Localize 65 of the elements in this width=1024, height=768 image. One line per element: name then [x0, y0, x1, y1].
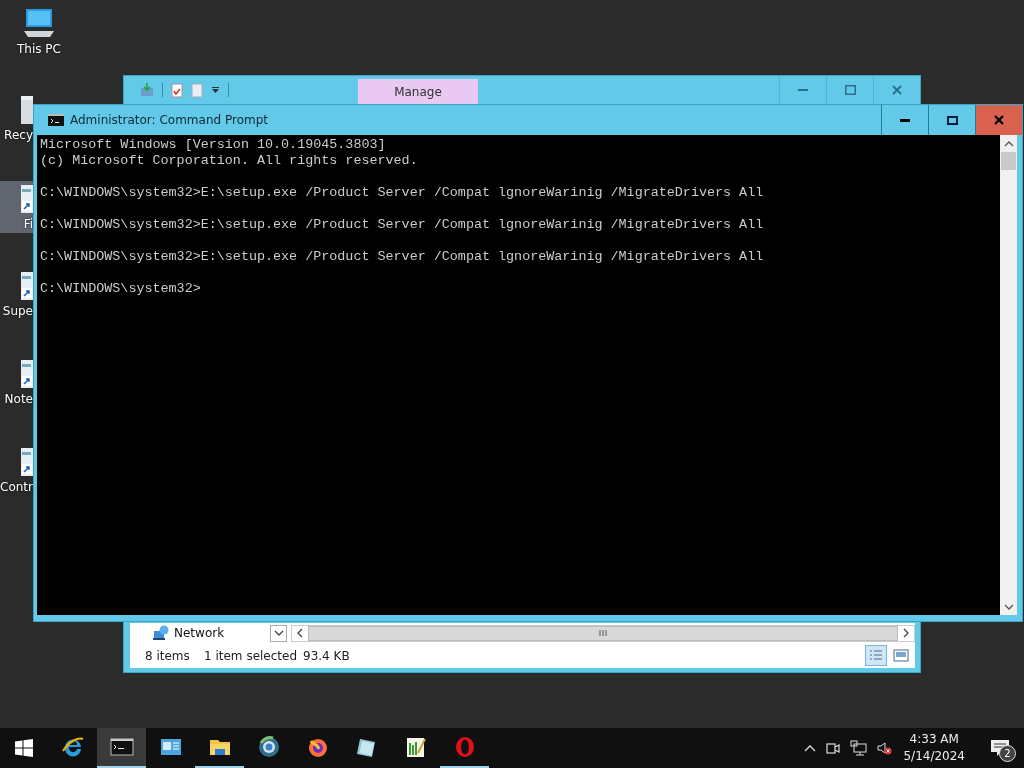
horizontal-scrollbar[interactable]	[291, 624, 915, 642]
network-icon	[152, 625, 170, 641]
console-line: (c) Microsoft Corporation. All rights reserved.	[40, 153, 419, 169]
grip-icon	[599, 629, 607, 637]
windows-logo-icon	[15, 739, 33, 757]
close-icon	[892, 85, 902, 95]
console-line: Microsoft Windows [Version 10.0.19045.3803]	[40, 137, 387, 153]
shortcut-icon	[21, 185, 33, 213]
status-text: 1 item selected	[204, 648, 298, 663]
shortcut-icon	[21, 360, 33, 388]
console-line: C:\WINDOWS\system32>E:\setup.exe /Product Server /Compat lgnoreWarinig /MigrateDrivers All	[40, 217, 765, 233]
status-text: 93.4 KB	[303, 648, 350, 663]
close-icon	[994, 115, 1004, 125]
status-text: 8 items	[145, 648, 191, 663]
desktop-icon[interactable]: Note	[0, 356, 33, 414]
desktop-icon[interactable]: Recy	[0, 92, 33, 150]
minimize-icon	[900, 118, 910, 122]
scroll-up-icon[interactable]	[1003, 139, 1014, 148]
taskbar-app[interactable]	[97, 728, 146, 768]
close-button[interactable]	[975, 105, 1022, 135]
scroll-thumb[interactable]	[1001, 152, 1016, 170]
console-line: C:\WINDOWS\system32>E:\setup.exe /Product Server /Compat lgnoreWarinig /MigrateDrivers All	[40, 249, 765, 265]
shortcut-icon	[21, 448, 33, 476]
desktop-icon[interactable]: Contr	[0, 444, 33, 502]
time-text: 4:33 AM	[909, 731, 959, 748]
notification-button[interactable]: 2	[982, 728, 1018, 768]
console-line: C:\WINDOWS\system32>E:\setup.exe /Product Server /Compat lgnoreWarinig /MigrateDrivers All	[40, 185, 765, 201]
clock[interactable]: 4:33 AM 5/14/2024	[903, 731, 965, 765]
window-title: Administrator: Command Prompt	[70, 113, 268, 127]
minimize-icon	[798, 89, 808, 91]
maximize-icon	[844, 85, 856, 95]
scroll-down-icon[interactable]	[1003, 602, 1014, 611]
globe-icon	[256, 735, 281, 759]
console-line: C:\WINDOWS\system32>	[40, 281, 202, 297]
icon-label: Contr	[0, 480, 33, 495]
scroll-right-icon[interactable]	[902, 628, 910, 638]
camera-icon[interactable]	[825, 740, 842, 756]
icon-label: Note	[4, 392, 33, 407]
manage-tab[interactable]: Manage	[358, 79, 478, 104]
date-text: 5/14/2024	[903, 748, 965, 765]
chevron-down-icon	[273, 629, 284, 637]
checklist-icon[interactable]	[171, 82, 183, 98]
desktop-icon[interactable]: Supe	[0, 268, 33, 326]
notification-count: 2	[999, 745, 1016, 762]
desktop-icon[interactable]: This PC	[0, 6, 78, 64]
icon-label: Recy	[4, 128, 33, 143]
bin-icon	[21, 96, 33, 124]
preview-view-icon	[892, 647, 910, 664]
chevron-up-icon[interactable]	[804, 744, 817, 752]
dropdown-icon[interactable]	[211, 86, 220, 94]
icon-label: This PC	[17, 42, 61, 57]
vertical-scrollbar[interactable]	[1000, 135, 1017, 615]
shortcut-icon	[21, 272, 33, 300]
scroll-left-icon[interactable]	[296, 628, 304, 638]
maximize-icon	[946, 115, 958, 125]
muted-speaker-icon[interactable]	[876, 740, 893, 756]
icon-label: Supe	[2, 304, 33, 319]
e-logo-icon	[60, 735, 85, 759]
dropdown-button[interactable]	[270, 624, 287, 642]
network-icon[interactable]	[850, 740, 868, 756]
console-icon	[48, 114, 64, 126]
console-icon	[109, 735, 134, 759]
nav-item[interactable]: Network	[130, 625, 268, 641]
icon-label: Fi	[23, 217, 33, 232]
desktop-icon[interactable]: Fi	[0, 181, 33, 233]
